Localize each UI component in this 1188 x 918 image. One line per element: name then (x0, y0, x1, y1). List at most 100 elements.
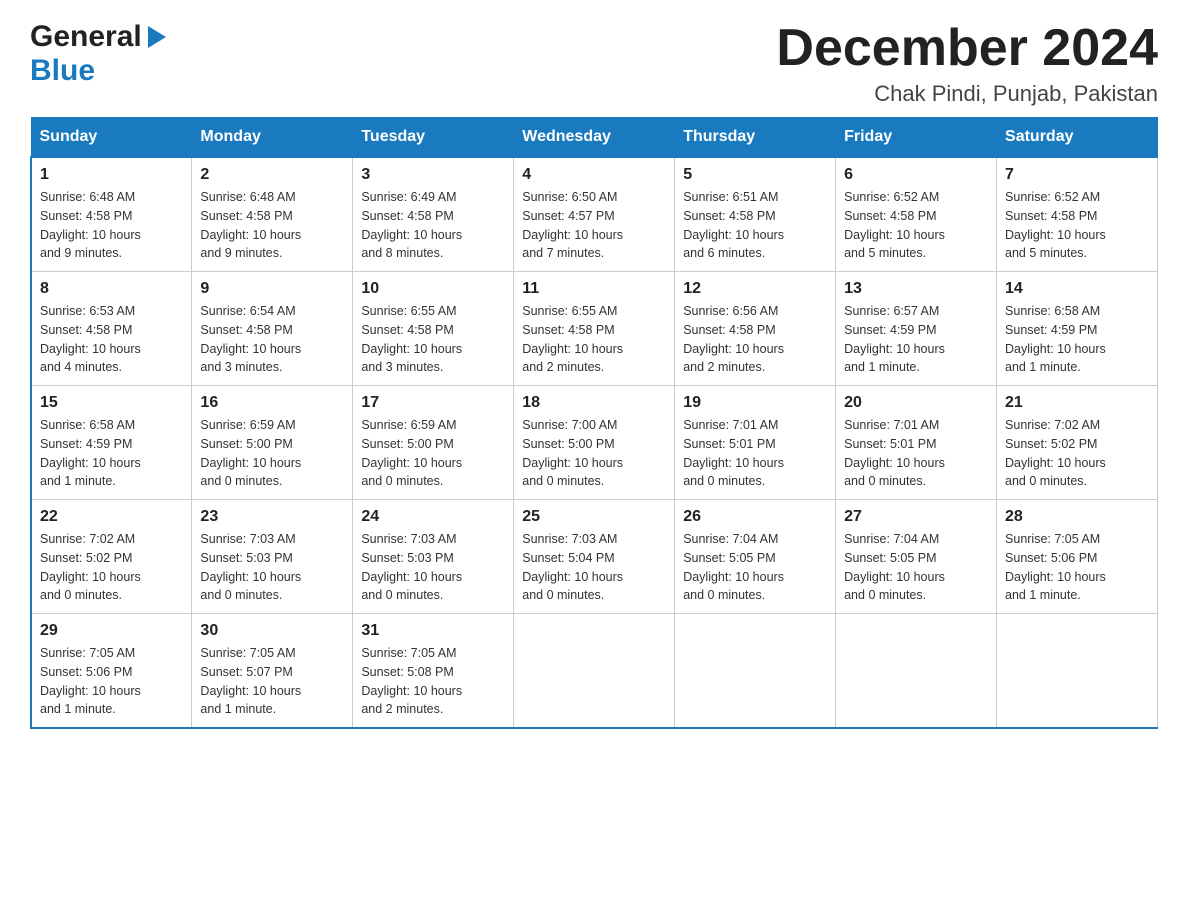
calendar-week-2: 8 Sunrise: 6:53 AM Sunset: 4:58 PM Dayli… (31, 272, 1158, 386)
day-info: Sunrise: 6:52 AM Sunset: 4:58 PM Dayligh… (1005, 190, 1106, 260)
col-thursday: Thursday (675, 118, 836, 158)
calendar-cell: 27 Sunrise: 7:04 AM Sunset: 5:05 PM Dayl… (836, 500, 997, 614)
day-info: Sunrise: 7:03 AM Sunset: 5:03 PM Dayligh… (361, 532, 462, 602)
day-info: Sunrise: 6:49 AM Sunset: 4:58 PM Dayligh… (361, 190, 462, 260)
calendar-cell: 2 Sunrise: 6:48 AM Sunset: 4:58 PM Dayli… (192, 157, 353, 272)
logo-blue-text: Blue (30, 54, 95, 87)
calendar-cell: 6 Sunrise: 6:52 AM Sunset: 4:58 PM Dayli… (836, 157, 997, 272)
day-number: 29 (40, 622, 183, 640)
calendar-cell: 24 Sunrise: 7:03 AM Sunset: 5:03 PM Dayl… (353, 500, 514, 614)
calendar-cell: 21 Sunrise: 7:02 AM Sunset: 5:02 PM Dayl… (997, 386, 1158, 500)
calendar-cell (675, 614, 836, 729)
day-info: Sunrise: 6:48 AM Sunset: 4:58 PM Dayligh… (200, 190, 301, 260)
calendar-cell: 19 Sunrise: 7:01 AM Sunset: 5:01 PM Dayl… (675, 386, 836, 500)
calendar-cell: 4 Sunrise: 6:50 AM Sunset: 4:57 PM Dayli… (514, 157, 675, 272)
calendar-cell: 26 Sunrise: 7:04 AM Sunset: 5:05 PM Dayl… (675, 500, 836, 614)
calendar-cell: 8 Sunrise: 6:53 AM Sunset: 4:58 PM Dayli… (31, 272, 192, 386)
calendar-week-4: 22 Sunrise: 7:02 AM Sunset: 5:02 PM Dayl… (31, 500, 1158, 614)
day-number: 20 (844, 394, 988, 412)
day-info: Sunrise: 6:59 AM Sunset: 5:00 PM Dayligh… (200, 418, 301, 488)
day-number: 26 (683, 508, 827, 526)
day-info: Sunrise: 6:57 AM Sunset: 4:59 PM Dayligh… (844, 304, 945, 374)
day-number: 25 (522, 508, 666, 526)
calendar-cell (514, 614, 675, 729)
day-info: Sunrise: 6:59 AM Sunset: 5:00 PM Dayligh… (361, 418, 462, 488)
calendar-cell: 20 Sunrise: 7:01 AM Sunset: 5:01 PM Dayl… (836, 386, 997, 500)
day-info: Sunrise: 7:05 AM Sunset: 5:07 PM Dayligh… (200, 646, 301, 716)
month-title: December 2024 (776, 20, 1158, 77)
col-sunday: Sunday (31, 118, 192, 158)
calendar-cell: 13 Sunrise: 6:57 AM Sunset: 4:59 PM Dayl… (836, 272, 997, 386)
day-number: 12 (683, 280, 827, 298)
day-number: 4 (522, 166, 666, 184)
day-info: Sunrise: 6:51 AM Sunset: 4:58 PM Dayligh… (683, 190, 784, 260)
day-info: Sunrise: 7:03 AM Sunset: 5:03 PM Dayligh… (200, 532, 301, 602)
day-info: Sunrise: 6:50 AM Sunset: 4:57 PM Dayligh… (522, 190, 623, 260)
day-number: 19 (683, 394, 827, 412)
calendar-cell: 10 Sunrise: 6:55 AM Sunset: 4:58 PM Dayl… (353, 272, 514, 386)
day-info: Sunrise: 6:58 AM Sunset: 4:59 PM Dayligh… (40, 418, 141, 488)
calendar-week-1: 1 Sunrise: 6:48 AM Sunset: 4:58 PM Dayli… (31, 157, 1158, 272)
day-number: 7 (1005, 166, 1149, 184)
col-saturday: Saturday (997, 118, 1158, 158)
day-info: Sunrise: 7:05 AM Sunset: 5:06 PM Dayligh… (1005, 532, 1106, 602)
title-section: December 2024 Chak Pindi, Punjab, Pakist… (776, 20, 1158, 107)
day-number: 16 (200, 394, 344, 412)
calendar-cell: 11 Sunrise: 6:55 AM Sunset: 4:58 PM Dayl… (514, 272, 675, 386)
calendar-cell: 28 Sunrise: 7:05 AM Sunset: 5:06 PM Dayl… (997, 500, 1158, 614)
day-info: Sunrise: 7:05 AM Sunset: 5:08 PM Dayligh… (361, 646, 462, 716)
day-info: Sunrise: 6:55 AM Sunset: 4:58 PM Dayligh… (361, 304, 462, 374)
calendar-cell: 18 Sunrise: 7:00 AM Sunset: 5:00 PM Dayl… (514, 386, 675, 500)
calendar-cell: 16 Sunrise: 6:59 AM Sunset: 5:00 PM Dayl… (192, 386, 353, 500)
calendar-cell: 14 Sunrise: 6:58 AM Sunset: 4:59 PM Dayl… (997, 272, 1158, 386)
calendar-week-5: 29 Sunrise: 7:05 AM Sunset: 5:06 PM Dayl… (31, 614, 1158, 729)
calendar-cell: 3 Sunrise: 6:49 AM Sunset: 4:58 PM Dayli… (353, 157, 514, 272)
day-number: 8 (40, 280, 183, 298)
col-friday: Friday (836, 118, 997, 158)
page-header: General Blue December 2024 Chak Pindi, P… (30, 20, 1158, 107)
col-tuesday: Tuesday (353, 118, 514, 158)
day-info: Sunrise: 6:52 AM Sunset: 4:58 PM Dayligh… (844, 190, 945, 260)
calendar-header-row: Sunday Monday Tuesday Wednesday Thursday… (31, 118, 1158, 158)
calendar-cell: 7 Sunrise: 6:52 AM Sunset: 4:58 PM Dayli… (997, 157, 1158, 272)
day-info: Sunrise: 7:01 AM Sunset: 5:01 PM Dayligh… (844, 418, 945, 488)
day-info: Sunrise: 6:58 AM Sunset: 4:59 PM Dayligh… (1005, 304, 1106, 374)
day-number: 18 (522, 394, 666, 412)
day-info: Sunrise: 7:01 AM Sunset: 5:01 PM Dayligh… (683, 418, 784, 488)
calendar-cell: 22 Sunrise: 7:02 AM Sunset: 5:02 PM Dayl… (31, 500, 192, 614)
logo: General Blue (30, 20, 168, 88)
day-number: 23 (200, 508, 344, 526)
calendar-cell (836, 614, 997, 729)
col-monday: Monday (192, 118, 353, 158)
calendar-table: Sunday Monday Tuesday Wednesday Thursday… (30, 117, 1158, 729)
calendar-cell: 17 Sunrise: 6:59 AM Sunset: 5:00 PM Dayl… (353, 386, 514, 500)
day-info: Sunrise: 6:53 AM Sunset: 4:58 PM Dayligh… (40, 304, 141, 374)
day-info: Sunrise: 7:02 AM Sunset: 5:02 PM Dayligh… (1005, 418, 1106, 488)
calendar-cell: 9 Sunrise: 6:54 AM Sunset: 4:58 PM Dayli… (192, 272, 353, 386)
calendar-cell: 29 Sunrise: 7:05 AM Sunset: 5:06 PM Dayl… (31, 614, 192, 729)
calendar-cell (997, 614, 1158, 729)
day-number: 28 (1005, 508, 1149, 526)
day-info: Sunrise: 6:54 AM Sunset: 4:58 PM Dayligh… (200, 304, 301, 374)
calendar-cell: 30 Sunrise: 7:05 AM Sunset: 5:07 PM Dayl… (192, 614, 353, 729)
day-info: Sunrise: 6:48 AM Sunset: 4:58 PM Dayligh… (40, 190, 141, 260)
day-info: Sunrise: 6:56 AM Sunset: 4:58 PM Dayligh… (683, 304, 784, 374)
day-info: Sunrise: 7:00 AM Sunset: 5:00 PM Dayligh… (522, 418, 623, 488)
calendar-week-3: 15 Sunrise: 6:58 AM Sunset: 4:59 PM Dayl… (31, 386, 1158, 500)
day-number: 31 (361, 622, 505, 640)
day-info: Sunrise: 7:02 AM Sunset: 5:02 PM Dayligh… (40, 532, 141, 602)
day-number: 13 (844, 280, 988, 298)
day-number: 22 (40, 508, 183, 526)
calendar-cell: 23 Sunrise: 7:03 AM Sunset: 5:03 PM Dayl… (192, 500, 353, 614)
location-title: Chak Pindi, Punjab, Pakistan (776, 81, 1158, 107)
col-wednesday: Wednesday (514, 118, 675, 158)
day-number: 3 (361, 166, 505, 184)
day-number: 27 (844, 508, 988, 526)
calendar-cell: 31 Sunrise: 7:05 AM Sunset: 5:08 PM Dayl… (353, 614, 514, 729)
day-info: Sunrise: 7:04 AM Sunset: 5:05 PM Dayligh… (844, 532, 945, 602)
calendar-cell: 15 Sunrise: 6:58 AM Sunset: 4:59 PM Dayl… (31, 386, 192, 500)
day-number: 15 (40, 394, 183, 412)
calendar-cell: 25 Sunrise: 7:03 AM Sunset: 5:04 PM Dayl… (514, 500, 675, 614)
day-info: Sunrise: 7:05 AM Sunset: 5:06 PM Dayligh… (40, 646, 141, 716)
logo-arrow-icon (144, 24, 168, 50)
